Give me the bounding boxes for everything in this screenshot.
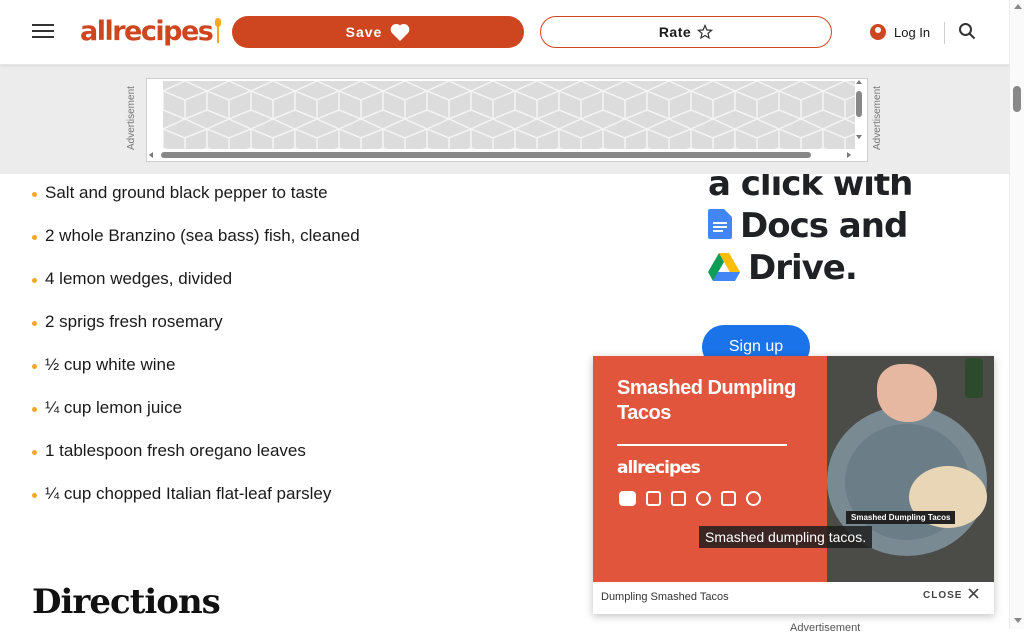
- list-item[interactable]: 1 tablespoon fresh oregano leaves: [32, 440, 392, 483]
- rate-label: Rate: [658, 24, 692, 40]
- list-item[interactable]: ¼ cup chopped Italian flat-leaf parsley: [32, 483, 392, 526]
- bullet-icon: [32, 235, 37, 240]
- ingredient-text: Salt and ground black pepper to taste: [45, 183, 328, 202]
- youtube-icon: [619, 491, 636, 506]
- close-button[interactable]: CLOSE: [923, 588, 980, 602]
- social-icons: [619, 491, 761, 506]
- scroll-down-arrow-icon[interactable]: [1014, 618, 1022, 623]
- ingredients-list: Salt and ground black pepper to taste 2 …: [32, 182, 392, 526]
- user-icon: [870, 24, 886, 40]
- google-ad-line3-row: Drive.: [708, 248, 858, 290]
- tiktok-icon: [646, 491, 661, 506]
- site-header: allrecipes Save Rate Log In: [0, 0, 1009, 65]
- save-label: Save: [345, 24, 383, 40]
- ingredient-text: ¼ cup chopped Italian flat-leaf parsley: [45, 484, 332, 503]
- video-frame[interactable]: [827, 356, 994, 582]
- google-ad-line1: a click with: [708, 170, 913, 204]
- bullet-icon: [32, 192, 37, 197]
- bullet-icon: [32, 407, 37, 412]
- video-footer-title: Dumpling Smashed Tacos: [601, 591, 729, 603]
- video-caption: Smashed dumpling tacos.: [699, 526, 873, 548]
- video-brand-logo: allrecipes: [617, 458, 701, 478]
- ingredient-text: 4 lemon wedges, divided: [45, 269, 233, 288]
- ad-banner-frame[interactable]: [146, 78, 868, 162]
- list-item[interactable]: 4 lemon wedges, divided: [32, 268, 392, 311]
- site-logo[interactable]: allrecipes: [80, 14, 222, 48]
- bullet-icon: [32, 321, 37, 326]
- google-drive-icon: [708, 250, 740, 290]
- ingredient-text: 2 sprigs fresh rosemary: [45, 312, 223, 331]
- logo-text: allrecipes: [80, 15, 214, 47]
- facebook-icon: [696, 491, 711, 506]
- hand-image: [877, 364, 937, 422]
- ingredient-text: ¼ cup lemon juice: [45, 398, 183, 417]
- video-ad-label: Advertisement: [790, 622, 861, 634]
- ad-vertical-scrollbar[interactable]: [853, 79, 865, 149]
- ingredient-text: 2 whole Branzino (sea bass) fish, cleane…: [45, 226, 360, 245]
- bullet-icon: [32, 364, 37, 369]
- login-label: Log In: [894, 24, 931, 40]
- ad-horizontal-scrollbar[interactable]: [147, 149, 855, 161]
- directions-heading: Directions: [32, 582, 221, 622]
- rate-button[interactable]: Rate: [540, 16, 832, 48]
- google-ad-line2: Docs and: [740, 206, 908, 246]
- close-icon: [968, 588, 980, 602]
- ad-pattern-image: [163, 81, 855, 149]
- pinterest-icon: [746, 491, 761, 506]
- ingredient-text: 1 tablespoon fresh oregano leaves: [45, 441, 306, 460]
- video-tag: Smashed Dumpling Tacos: [846, 511, 956, 524]
- video-title-panel: Smashed Dumpling Tacos allrecipes: [593, 356, 827, 582]
- google-docs-icon: [708, 208, 732, 248]
- heart-icon: [390, 23, 410, 41]
- bullet-icon: [32, 493, 37, 498]
- video-title: Smashed Dumpling Tacos: [617, 377, 796, 424]
- ad-label-right: Advertisement: [872, 86, 883, 150]
- video-divider: [617, 444, 787, 446]
- star-icon: [697, 24, 714, 40]
- google-ad-line3: Drive.: [748, 248, 858, 288]
- close-label: CLOSE: [923, 589, 963, 601]
- list-item[interactable]: Salt and ground black pepper to taste: [32, 182, 392, 225]
- login-button[interactable]: Log In: [870, 20, 930, 44]
- list-item[interactable]: 2 sprigs fresh rosemary: [32, 311, 392, 354]
- page-scrollbar[interactable]: [1009, 0, 1024, 629]
- google-ad-line2-row: Docs and: [708, 206, 908, 248]
- search-icon[interactable]: [958, 22, 976, 40]
- ad-label-left: Advertisement: [126, 86, 137, 150]
- scroll-up-arrow-icon[interactable]: [1014, 4, 1022, 9]
- ingredient-text: ½ cup white wine: [45, 355, 176, 374]
- video-player[interactable]: Smashed Dumpling Tacos allrecipes Smashe…: [593, 356, 994, 614]
- bottle-image: [965, 358, 983, 398]
- list-item[interactable]: ½ cup white wine: [32, 354, 392, 397]
- header-divider: [944, 22, 945, 44]
- list-item[interactable]: ¼ cup lemon juice: [32, 397, 392, 440]
- bullet-icon: [32, 278, 37, 283]
- scroll-thumb[interactable]: [1013, 86, 1021, 112]
- save-button[interactable]: Save: [232, 16, 524, 48]
- bullet-icon: [32, 450, 37, 455]
- menu-icon[interactable]: [32, 20, 54, 42]
- list-item[interactable]: 2 whole Branzino (sea bass) fish, cleane…: [32, 225, 392, 268]
- x-icon: [721, 491, 736, 506]
- instagram-icon: [671, 491, 686, 506]
